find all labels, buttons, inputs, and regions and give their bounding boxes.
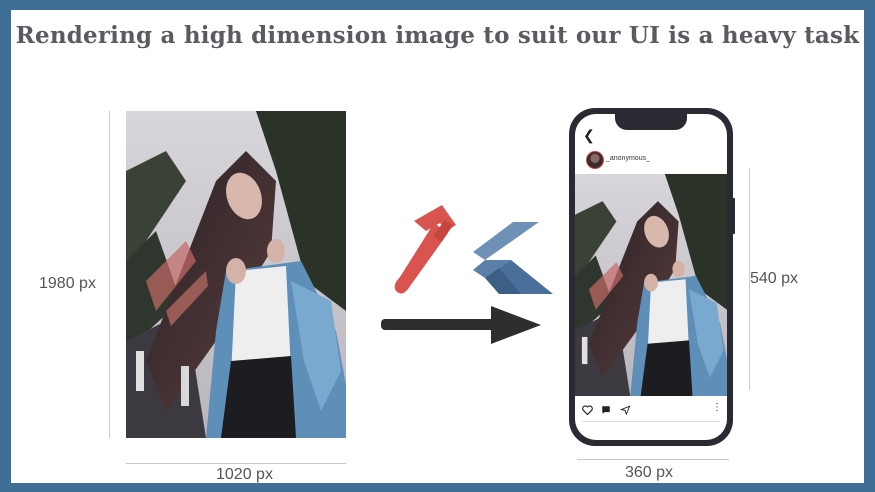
large-photo [126,111,346,438]
username[interactable]: _anonymous_ [606,155,650,162]
post-divider [582,421,720,422]
avatar[interactable] [586,151,604,169]
phone-notch [615,114,687,130]
phone-width-line [577,459,729,460]
back-arrow-icon[interactable]: ❮ [583,127,595,144]
phone-mockup: ❮ _anonymous_ ⋮ [569,108,733,446]
comment-icon[interactable] [601,402,611,420]
slide-title: Rendering a high dimension image to suit… [15,22,860,49]
arrow-right-icon [381,306,541,344]
flutter-logo-icon [473,222,553,294]
phone-screen: ❮ _anonymous_ ⋮ [575,114,727,440]
large-image-height-line [109,111,110,438]
send-icon[interactable] [619,402,631,420]
large-image-width-line [126,463,346,464]
heart-icon[interactable] [582,402,593,420]
post-actions [582,402,635,416]
phone-width-label: 360 px [625,464,674,481]
large-image-height-label: 1980 px [39,275,96,292]
large-image-width-label: 1020 px [216,466,273,483]
post-image [575,174,727,396]
phone-height-label: 540 px [750,270,799,287]
slide-frame: Rendering a high dimension image to suit… [0,0,875,492]
more-vertical-icon[interactable]: ⋮ [712,402,722,413]
